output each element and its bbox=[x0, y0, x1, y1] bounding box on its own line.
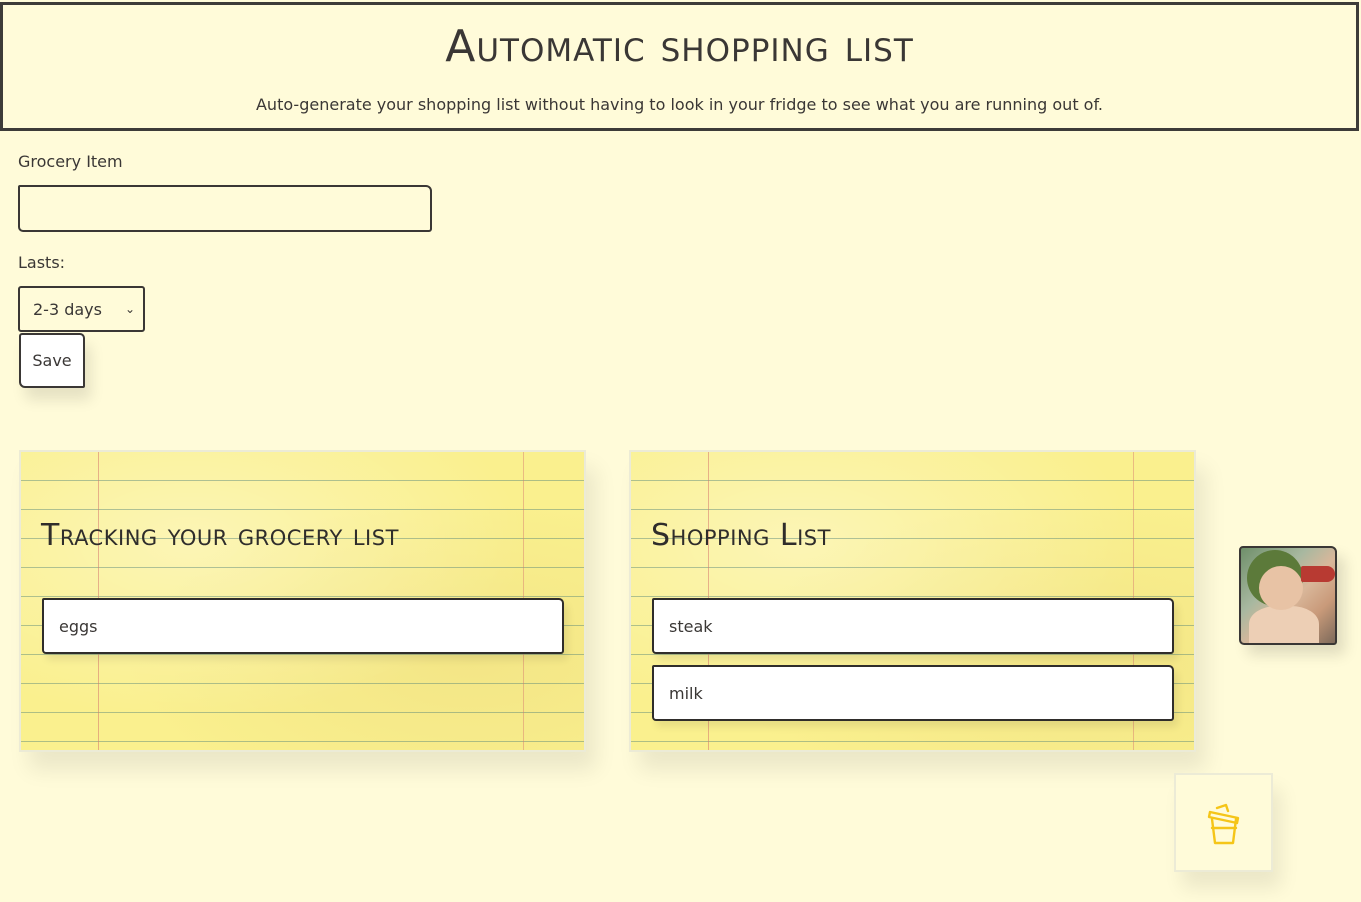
page-header: Automatic shopping list Auto-generate yo… bbox=[0, 2, 1359, 131]
trash-icon bbox=[1207, 803, 1239, 844]
grocery-item-label: Grocery Item bbox=[18, 152, 123, 171]
grocery-item-input[interactable] bbox=[18, 185, 432, 232]
page-title: Automatic shopping list bbox=[445, 21, 914, 72]
tracking-list-item[interactable]: eggs bbox=[42, 598, 564, 654]
chevron-down-icon: ⌄ bbox=[124, 302, 135, 316]
page-subtitle: Auto-generate your shopping list without… bbox=[255, 95, 1104, 114]
tracking-list-title: Tracking your grocery list bbox=[41, 518, 399, 553]
save-button[interactable]: Save bbox=[19, 333, 85, 388]
shopping-list-title: Shopping List bbox=[651, 518, 831, 553]
cherub-avatar-image[interactable] bbox=[1239, 546, 1337, 645]
trash-button[interactable] bbox=[1174, 773, 1273, 872]
lasts-select[interactable]: 2-3 days ⌄ bbox=[18, 286, 145, 332]
tracking-list-card: Tracking your grocery list eggs bbox=[19, 450, 586, 752]
shopping-list-item[interactable]: steak bbox=[652, 598, 1174, 654]
lasts-select-value: 2-3 days bbox=[33, 299, 102, 319]
lasts-label: Lasts: bbox=[18, 253, 66, 272]
shopping-list-card: Shopping List steak milk bbox=[629, 450, 1196, 752]
shopping-list-item[interactable]: milk bbox=[652, 665, 1174, 721]
